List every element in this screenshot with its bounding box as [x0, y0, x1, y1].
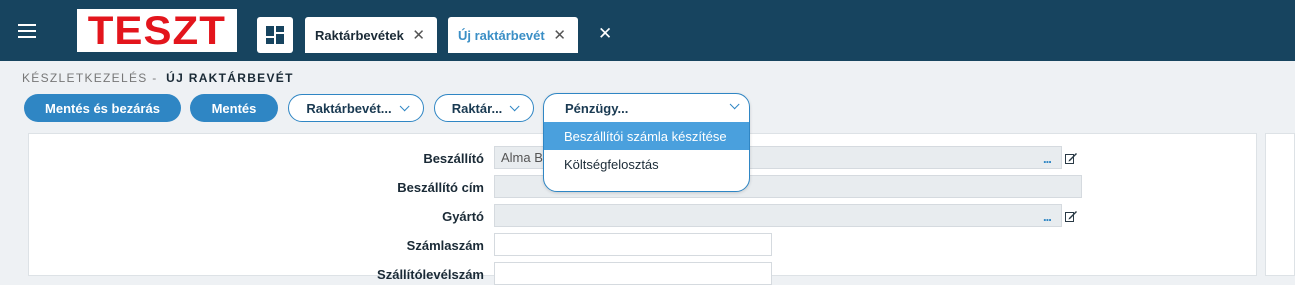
supplier-label: Beszállító	[423, 151, 484, 166]
top-bar: TESZT Raktárbevétek ✕ Új raktárbevét ✕ ✕	[0, 0, 1295, 61]
chevron-down-icon	[509, 100, 520, 111]
supplier-lookup-button[interactable]: ...	[1043, 151, 1052, 166]
save-button[interactable]: Mentés	[190, 94, 278, 122]
tab-close-icon[interactable]: ✕	[553, 26, 566, 44]
penzugy-dropdown: Pénzügy... Beszállítói számla készítése …	[543, 93, 750, 192]
manufacturer-field[interactable]	[494, 204, 1062, 227]
chevron-down-icon	[399, 100, 410, 111]
tab-raktarbevetek[interactable]: Raktárbevétek ✕	[305, 17, 437, 53]
hamburger-menu-icon[interactable]	[18, 24, 36, 38]
supplier-address-label: Beszállító cím	[397, 180, 484, 195]
invoice-number-label: Számlaszám	[406, 238, 484, 253]
edit-icon[interactable]	[1065, 152, 1077, 164]
dashboard-button[interactable]	[257, 17, 293, 53]
delivery-note-field[interactable]	[494, 262, 772, 285]
breadcrumb-parent[interactable]: KÉSZLETKEZELÉS -	[22, 71, 158, 85]
menu-label: Pénzügy...	[565, 100, 629, 116]
menu-label: Raktárbevét...	[306, 100, 392, 116]
chevron-down-icon	[729, 99, 740, 110]
raktar-menu-button[interactable]: Raktár...	[434, 94, 534, 122]
delivery-note-label: Szállítólevélszám	[377, 267, 484, 282]
breadcrumb-current: ÚJ RAKTÁRBEVÉT	[166, 71, 294, 85]
tab-label: Raktárbevétek	[315, 27, 404, 43]
close-all-tabs-icon[interactable]: ✕	[598, 25, 612, 42]
dashboard-icon	[266, 26, 284, 44]
raktarbevet-menu-button[interactable]: Raktárbevét...	[288, 94, 424, 122]
menu-label: Raktár...	[451, 100, 503, 116]
edit-icon[interactable]	[1065, 210, 1077, 222]
tab-label: Új raktárbevét	[458, 27, 545, 43]
save-and-close-button[interactable]: Mentés és bezárás	[24, 94, 181, 122]
menu-item-cost-allocation[interactable]: Költségfelosztás	[544, 150, 749, 178]
tab-close-icon[interactable]: ✕	[412, 26, 425, 44]
manufacturer-label: Gyártó	[442, 209, 484, 224]
invoice-number-field[interactable]	[494, 233, 772, 256]
penzugy-menu-button[interactable]: Pénzügy...	[544, 94, 749, 122]
menu-item-supplier-invoice[interactable]: Beszállítói számla készítése	[544, 122, 749, 150]
breadcrumb: KÉSZLETKEZELÉS - ÚJ RAKTÁRBEVÉT	[22, 71, 294, 85]
manufacturer-lookup-button[interactable]: ...	[1043, 209, 1052, 224]
tab-uj-raktarbevet[interactable]: Új raktárbevét ✕	[448, 17, 578, 53]
logo-text: TESZT	[87, 8, 227, 53]
side-panel	[1265, 133, 1295, 276]
logo: TESZT	[77, 9, 237, 52]
